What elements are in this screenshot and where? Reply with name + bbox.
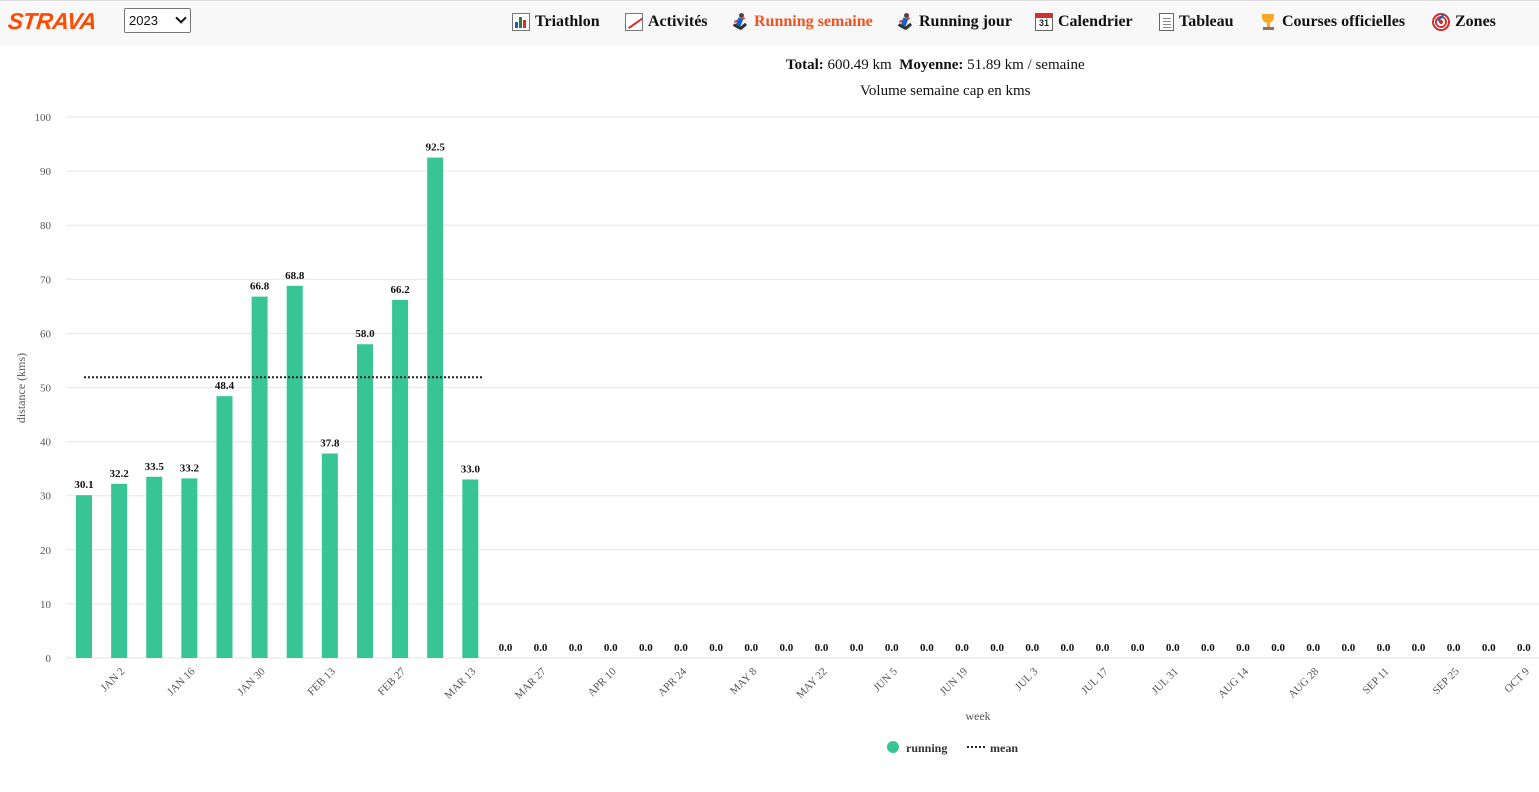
running-bar[interactable] [76,495,92,658]
bar-value-label: 0.0 [1025,642,1039,654]
bar-value-label: 0.0 [1482,642,1496,654]
x-tick-label: MAY 8 [728,665,760,697]
y-tick-label: 80 [40,220,52,232]
bar-value-label: 0.0 [1447,642,1461,654]
bar-value-label: 48.4 [215,380,235,392]
y-tick-label: 0 [46,653,52,665]
y-tick-label: 70 [40,274,52,286]
running-bar[interactable] [392,299,409,658]
bar-value-label: 0.0 [1306,642,1320,654]
bar-value-label: 0.0 [1201,642,1215,654]
running-bar[interactable] [286,285,303,658]
x-tick-label: AUG 14 [1216,665,1251,700]
bar-value-label: 0.0 [569,642,583,654]
y-tick-label: 100 [35,112,52,124]
bar-value-label: 0.0 [604,642,618,654]
bar-value-label: 0.0 [1517,642,1531,654]
x-tick-label: JAN 16 [165,665,198,698]
bar-value-label: 0.0 [885,642,899,654]
y-axis-title: distance (kms) [14,353,28,423]
running-bar[interactable] [181,478,198,658]
bar-value-label: 0.0 [534,642,548,654]
bar-value-label: 0.0 [1060,642,1074,654]
y-tick-label: 10 [40,599,52,611]
bar-value-label: 0.0 [780,642,794,654]
x-tick-label: APR 24 [656,665,690,699]
x-tick-label: JUN 19 [938,665,971,698]
y-tick-label: 90 [40,166,52,178]
x-tick-label: JUL 17 [1079,665,1111,697]
x-tick-label: MAR 27 [513,665,549,701]
bar-value-label: 0.0 [1377,642,1391,654]
x-tick-label: JUL 3 [1013,665,1041,693]
running-bar[interactable] [462,479,479,658]
legend-running-label[interactable]: running [906,741,947,755]
x-tick-label: SEP 25 [1430,665,1462,697]
x-tick-label: FEB 13 [305,665,338,698]
y-tick-label: 30 [40,491,52,503]
running-bar[interactable] [356,344,373,658]
bar-value-label: 66.8 [250,281,270,293]
running-bar[interactable] [111,483,128,658]
y-tick-label: 50 [40,383,52,395]
bar-value-label: 92.5 [426,142,446,154]
running-bar[interactable] [216,396,233,658]
legend-mean-label[interactable]: mean [990,741,1018,755]
bar-value-label: 33.5 [145,461,165,473]
bar-value-label: 33.2 [180,462,200,474]
x-tick-label: MAR 13 [443,665,479,701]
bar-value-label: 0.0 [955,642,969,654]
bar-value-label: 0.0 [1166,642,1180,654]
bar-value-label: 33.0 [461,463,481,475]
bar-value-label: 58.0 [355,328,375,340]
bar-value-label: 0.0 [499,642,513,654]
chart-legend: running mean [887,741,1018,755]
x-tick-label: MAY 22 [794,666,829,701]
x-tick-label: OCT 9 [1502,665,1532,695]
x-tick-label: JUN 5 [871,665,900,694]
running-bar[interactable] [251,296,268,658]
bar-value-label: 0.0 [815,642,829,654]
running-bar[interactable] [427,157,444,658]
bar-value-label: 0.0 [850,642,864,654]
x-tick-label: AUG 28 [1286,665,1321,700]
running-bar[interactable] [321,453,338,658]
x-tick-label: JUL 31 [1150,666,1181,697]
bar-value-label: 0.0 [709,642,723,654]
y-tick-label: 20 [40,545,52,557]
bar-value-label: 0.0 [1341,642,1355,654]
y-tick-label: 60 [40,328,52,340]
bar-value-label: 0.0 [1096,642,1110,654]
weekly-running-chart: 0 10 20 30 40 50 60 70 80 90 100 30.1 32.2 33.5 33.2 4… [14,112,1539,755]
bar-value-label: 0.0 [1131,642,1145,654]
bar-value-label: 68.8 [285,270,305,282]
legend-running-marker[interactable] [887,741,899,753]
bar-value-label: 66.2 [390,284,410,296]
bar-value-label: 0.0 [920,642,934,654]
bar-value-label: 0.0 [674,642,688,654]
bar-value-label: 0.0 [744,642,758,654]
bar-value-label: 30.1 [74,479,93,491]
bar-value-label: 32.2 [109,468,129,480]
bar-value-label: 37.8 [320,438,340,450]
bar-value-label: 0.0 [1236,642,1250,654]
x-tick-label: APR 10 [586,665,620,699]
bar-value-label: 0.0 [1271,642,1285,654]
bar-value-label: 0.0 [639,642,653,654]
x-tick-label: JAN 2 [99,666,128,695]
bar-value-label: 0.0 [990,642,1004,654]
x-tick-label: JAN 30 [235,665,268,698]
x-tick-label: FEB 27 [376,665,409,698]
running-bar[interactable] [146,476,163,658]
x-tick-label: SEP 11 [1361,666,1392,697]
y-tick-label: 40 [40,437,52,449]
x-axis-title: week [965,709,990,723]
bar-value-label: 0.0 [1412,642,1426,654]
